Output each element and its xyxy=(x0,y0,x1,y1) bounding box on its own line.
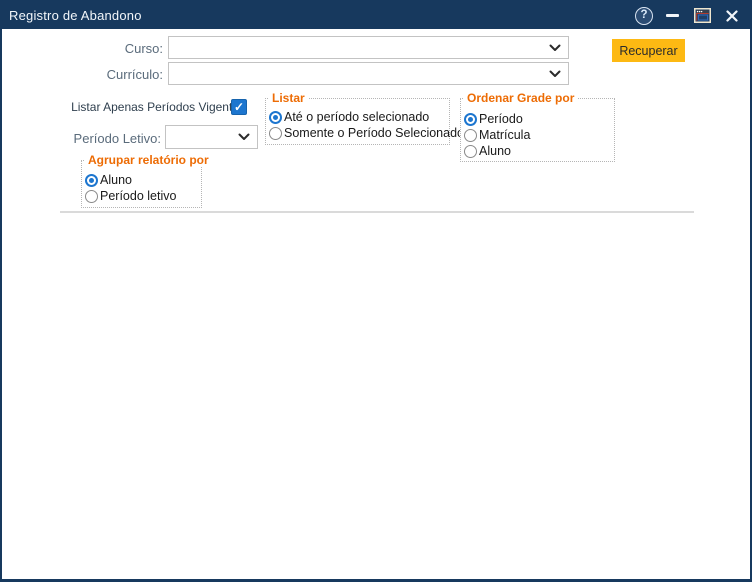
radio-ordenar-periodo[interactable]: Período xyxy=(464,112,610,126)
curso-dropdown[interactable] xyxy=(168,36,569,59)
maximize-window-icon xyxy=(694,8,711,23)
curriculo-label: Currículo: xyxy=(22,67,163,82)
agrupar-relatorio-groupbox: Agrupar relatório por Aluno Período leti… xyxy=(81,160,202,208)
ordenar-grade-groupbox-title: Ordenar Grade por xyxy=(464,91,577,105)
radio-unselected-icon xyxy=(85,190,98,203)
check-icon: ✓ xyxy=(234,100,244,114)
radio-selected-icon xyxy=(85,174,98,187)
radio-unselected-icon xyxy=(464,129,477,142)
close-icon xyxy=(726,10,738,22)
agrupar-relatorio-groupbox-title: Agrupar relatório por xyxy=(85,153,212,167)
form-area: Curso: Currículo: Recuperar Listar Apena… xyxy=(2,29,750,579)
chevron-down-icon xyxy=(549,44,561,52)
registro-abandono-window: Registro de Abandono ? xyxy=(0,0,752,582)
help-button[interactable]: ? xyxy=(635,7,653,25)
titlebar: Registro de Abandono ? xyxy=(2,2,750,29)
radio-selected-icon xyxy=(464,113,477,126)
periodo-letivo-dropdown[interactable] xyxy=(165,125,258,149)
minimize-button[interactable] xyxy=(662,6,682,26)
radio-agrupar-aluno[interactable]: Aluno xyxy=(85,173,197,187)
radio-ordenar-matricula[interactable]: Matrícula xyxy=(464,128,610,142)
chevron-down-icon xyxy=(549,70,561,78)
radio-selected-icon xyxy=(269,111,282,124)
radio-agrupar-periodo-letivo[interactable]: Período letivo xyxy=(85,189,197,203)
titlebar-controls: ? xyxy=(635,6,750,26)
radio-ate-periodo-selecionado[interactable]: Até o período selecionado xyxy=(269,110,445,124)
periodo-letivo-label: Período Letivo: xyxy=(22,131,161,146)
help-icon: ? xyxy=(635,7,653,25)
curso-label: Curso: xyxy=(22,41,163,56)
listar-groupbox: Listar Até o período selecionado Somente… xyxy=(265,98,450,145)
maximize-button[interactable] xyxy=(691,6,713,26)
vigentes-checkbox[interactable]: ✓ xyxy=(231,99,247,115)
recuperar-button[interactable]: Recuperar xyxy=(612,39,685,62)
chevron-down-icon xyxy=(238,133,250,141)
radio-unselected-icon xyxy=(269,127,282,140)
radio-somente-periodo-selecionado[interactable]: Somente o Período Selecionado xyxy=(269,126,445,140)
horizontal-separator xyxy=(60,211,694,213)
vigentes-checkbox-row: Listar Apenas Períodos Vigentes xyxy=(22,100,248,114)
radio-ordenar-aluno[interactable]: Aluno xyxy=(464,144,610,158)
vigentes-checkbox-label: Listar Apenas Períodos Vigentes xyxy=(71,100,245,114)
radio-unselected-icon xyxy=(464,145,477,158)
ordenar-grade-groupbox: Ordenar Grade por Período Matrícula Alun… xyxy=(460,98,615,162)
close-button[interactable] xyxy=(722,6,742,26)
listar-groupbox-title: Listar xyxy=(269,91,308,105)
curriculo-dropdown[interactable] xyxy=(168,62,569,85)
window-title: Registro de Abandono xyxy=(2,8,142,23)
minimize-icon xyxy=(666,14,679,17)
